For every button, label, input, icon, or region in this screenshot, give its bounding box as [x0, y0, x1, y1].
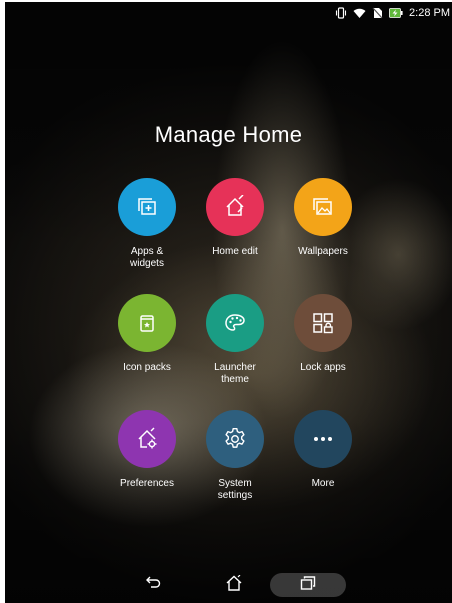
- tile-label: Wallpapers: [298, 246, 348, 257]
- manage-home-grid: Apps & widgets Home edit Wallpapers Icon…: [103, 178, 367, 518]
- apps-widgets-icon: [118, 178, 176, 236]
- home-edit-button[interactable]: Home edit: [191, 178, 279, 286]
- more-icon: [294, 410, 352, 468]
- tile-label: Home edit: [212, 246, 258, 257]
- apps-widgets-button[interactable]: Apps & widgets: [103, 178, 191, 286]
- launcher-screen: 2:28 PM Manage Home Apps & widgets Home …: [5, 2, 452, 603]
- page-title: Manage Home: [154, 122, 303, 147]
- wallpapers-icon: [294, 178, 352, 236]
- wifi-icon: [353, 7, 366, 19]
- system-settings-button[interactable]: System settings: [191, 410, 279, 518]
- tile-label: System settings: [217, 478, 253, 501]
- lock-apps-icon: [294, 294, 352, 352]
- home-edit-icon: [206, 178, 264, 236]
- vibrate-icon: [335, 7, 347, 19]
- tile-label: Preferences: [120, 478, 174, 489]
- icon-packs-button[interactable]: Icon packs: [103, 294, 191, 402]
- recent-apps-icon: [300, 575, 316, 595]
- more-button[interactable]: More: [279, 410, 367, 518]
- navigation-bar: [5, 567, 452, 603]
- tile-label: Lock apps: [300, 362, 346, 373]
- palette-icon: [206, 294, 264, 352]
- back-button[interactable]: [139, 573, 169, 597]
- preferences-icon: [118, 410, 176, 468]
- home-icon: [225, 574, 243, 596]
- tile-label: Launcher theme: [214, 362, 256, 385]
- status-bar: 2:28 PM: [5, 2, 452, 24]
- preferences-button[interactable]: Preferences: [103, 410, 191, 518]
- tile-label: Apps & widgets: [130, 246, 164, 269]
- gear-icon: [206, 410, 264, 468]
- home-button[interactable]: [219, 573, 249, 597]
- launcher-theme-button[interactable]: Launcher theme: [191, 294, 279, 402]
- back-icon: [146, 576, 162, 595]
- status-time: 2:28 PM: [409, 7, 450, 19]
- battery-charging-icon: [389, 8, 403, 18]
- tile-label: More: [311, 478, 335, 489]
- icon-packs-icon: [118, 294, 176, 352]
- wallpapers-button[interactable]: Wallpapers: [279, 178, 367, 286]
- tile-label: Icon packs: [123, 362, 171, 373]
- recent-apps-button[interactable]: [270, 573, 346, 597]
- lock-apps-button[interactable]: Lock apps: [279, 294, 367, 402]
- no-sim-icon: [372, 7, 383, 19]
